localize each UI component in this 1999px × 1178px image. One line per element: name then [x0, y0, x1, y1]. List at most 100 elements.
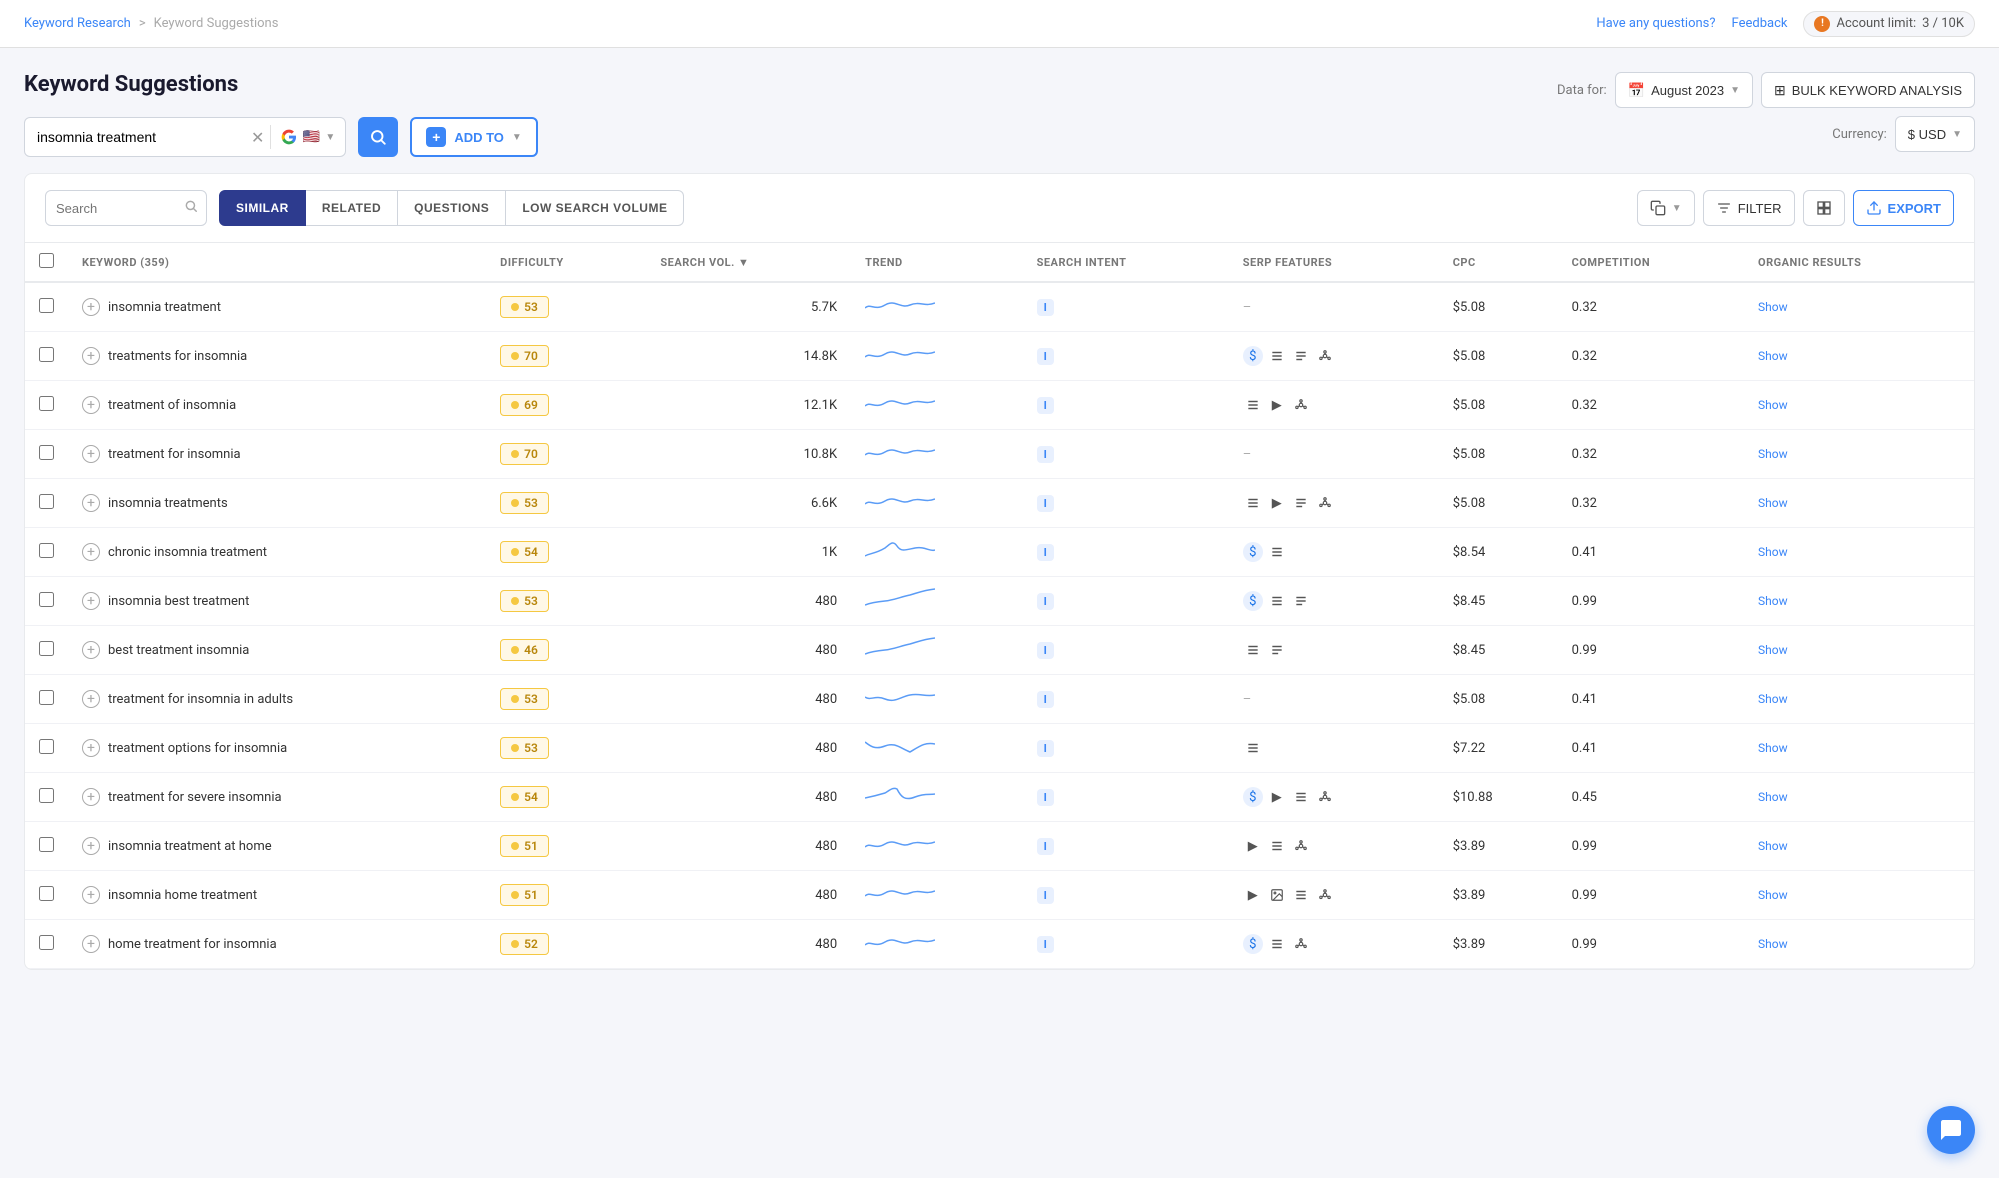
keyword-input[interactable]: insomnia treatment: [25, 129, 245, 145]
row-checkbox[interactable]: [39, 837, 54, 852]
row-checkbox[interactable]: [39, 886, 54, 901]
search-vol-value: 480: [815, 643, 837, 658]
difficulty-value: 46: [524, 643, 538, 657]
add-keyword-icon[interactable]: +: [82, 935, 100, 953]
breadcrumb-link-1[interactable]: Keyword Research: [24, 16, 131, 31]
tab-similar[interactable]: SIMILAR: [219, 190, 306, 226]
copy-button[interactable]: ▼: [1637, 190, 1695, 226]
feedback-link[interactable]: Feedback: [1732, 16, 1788, 31]
show-results-link[interactable]: Show: [1758, 349, 1788, 363]
show-results-link[interactable]: Show: [1758, 447, 1788, 461]
col-serp-features: SERP FEATURES: [1229, 243, 1439, 282]
row-checkbox[interactable]: [39, 592, 54, 607]
row-checkbox-cell: [25, 479, 68, 528]
currency-selector[interactable]: $ USD ▼: [1895, 116, 1975, 152]
currency-row: Currency: $ USD ▼: [1820, 116, 1975, 152]
table-row: + insomnia home treatment 51 480 I ▶ $3.…: [25, 871, 1974, 920]
tab-related[interactable]: RELATED: [306, 190, 398, 226]
export-icon: [1866, 200, 1882, 216]
show-results-link[interactable]: Show: [1758, 545, 1788, 559]
add-keyword-icon[interactable]: +: [82, 641, 100, 659]
intent-cell: I: [1023, 479, 1229, 528]
serp-features-cell: $: [1229, 332, 1439, 381]
row-checkbox[interactable]: [39, 298, 54, 313]
add-keyword-icon[interactable]: +: [82, 592, 100, 610]
difficulty-dot: [511, 499, 519, 507]
filter-search-input[interactable]: [46, 201, 176, 216]
row-checkbox[interactable]: [39, 543, 54, 558]
show-results-link[interactable]: Show: [1758, 790, 1788, 804]
col-difficulty[interactable]: DIFFICULTY: [486, 243, 646, 282]
row-checkbox[interactable]: [39, 445, 54, 460]
trend-cell: [851, 724, 1022, 773]
add-keyword-icon[interactable]: +: [82, 445, 100, 463]
organic-results-cell: Show: [1744, 332, 1974, 381]
cpc-cell: $10.88: [1439, 773, 1558, 822]
difficulty-cell: 53: [486, 577, 646, 626]
search-vol-cell: 14.8K: [646, 332, 851, 381]
tab-low-search-volume[interactable]: LOW SEARCH VOLUME: [506, 190, 684, 226]
bulk-keyword-button[interactable]: ⊞ BULK KEYWORD ANALYSIS: [1761, 72, 1975, 108]
cpc-cell: $7.22: [1439, 724, 1558, 773]
add-to-button[interactable]: + ADD TO ▼: [410, 117, 538, 157]
serp-icons-cell: [1243, 640, 1425, 660]
row-checkbox[interactable]: [39, 690, 54, 705]
keyword-text: home treatment for insomnia: [108, 937, 277, 952]
add-keyword-icon[interactable]: +: [82, 886, 100, 904]
organic-results-cell: Show: [1744, 479, 1974, 528]
col-keyword[interactable]: KEYWORD (359): [68, 243, 486, 282]
chat-bubble[interactable]: [1927, 1106, 1975, 1154]
row-checkbox[interactable]: [39, 739, 54, 754]
select-all-checkbox[interactable]: [39, 253, 54, 268]
add-keyword-icon[interactable]: +: [82, 396, 100, 414]
export-button[interactable]: EXPORT: [1853, 190, 1954, 226]
difficulty-dot: [511, 695, 519, 703]
add-keyword-icon[interactable]: +: [82, 543, 100, 561]
row-checkbox[interactable]: [39, 935, 54, 950]
date-selector[interactable]: 📅 August 2023 ▼: [1615, 72, 1753, 108]
show-results-link[interactable]: Show: [1758, 692, 1788, 706]
show-results-link[interactable]: Show: [1758, 594, 1788, 608]
row-checkbox-cell: [25, 822, 68, 871]
show-results-link[interactable]: Show: [1758, 643, 1788, 657]
add-keyword-icon[interactable]: +: [82, 690, 100, 708]
search-engine-selector[interactable]: 🇺🇸 ▼: [271, 127, 345, 147]
keyword-cell: + treatment of insomnia: [68, 381, 486, 430]
trend-sparkline: [865, 342, 935, 370]
show-results-link[interactable]: Show: [1758, 937, 1788, 951]
show-results-link[interactable]: Show: [1758, 888, 1788, 902]
add-keyword-icon[interactable]: +: [82, 788, 100, 806]
add-keyword-icon[interactable]: +: [82, 298, 100, 316]
search-button[interactable]: [358, 117, 398, 157]
add-keyword-icon[interactable]: +: [82, 837, 100, 855]
show-results-link[interactable]: Show: [1758, 839, 1788, 853]
clear-input-icon[interactable]: ✕: [245, 128, 270, 147]
search-vol-value: 5.7K: [811, 300, 837, 315]
help-link[interactable]: Have any questions?: [1596, 16, 1715, 31]
show-results-link[interactable]: Show: [1758, 398, 1788, 412]
show-results-link[interactable]: Show: [1758, 496, 1788, 510]
show-results-link[interactable]: Show: [1758, 741, 1788, 755]
search-vol-cell: 480: [646, 822, 851, 871]
show-results-link[interactable]: Show: [1758, 300, 1788, 314]
add-keyword-icon[interactable]: +: [82, 494, 100, 512]
add-keyword-icon[interactable]: +: [82, 347, 100, 365]
trend-cell: [851, 773, 1022, 822]
col-search-vol[interactable]: SEARCH VOL. ▼: [646, 243, 851, 282]
row-checkbox[interactable]: [39, 494, 54, 509]
filter-button[interactable]: FILTER: [1703, 190, 1795, 226]
add-keyword-icon[interactable]: +: [82, 739, 100, 757]
row-checkbox[interactable]: [39, 788, 54, 803]
row-checkbox[interactable]: [39, 347, 54, 362]
currency-chevron: ▼: [1952, 129, 1962, 140]
difficulty-cell: 70: [486, 430, 646, 479]
search-vol-value: 14.8K: [804, 349, 838, 364]
col-cpc[interactable]: CPC: [1439, 243, 1558, 282]
tab-questions[interactable]: QUESTIONS: [398, 190, 506, 226]
serp-icon-hub: [1315, 787, 1335, 807]
col-competition[interactable]: COMPETITION: [1558, 243, 1744, 282]
competition-cell: 0.32: [1558, 479, 1744, 528]
row-checkbox[interactable]: [39, 641, 54, 656]
row-checkbox[interactable]: [39, 396, 54, 411]
view-toggle-button[interactable]: [1803, 190, 1845, 226]
